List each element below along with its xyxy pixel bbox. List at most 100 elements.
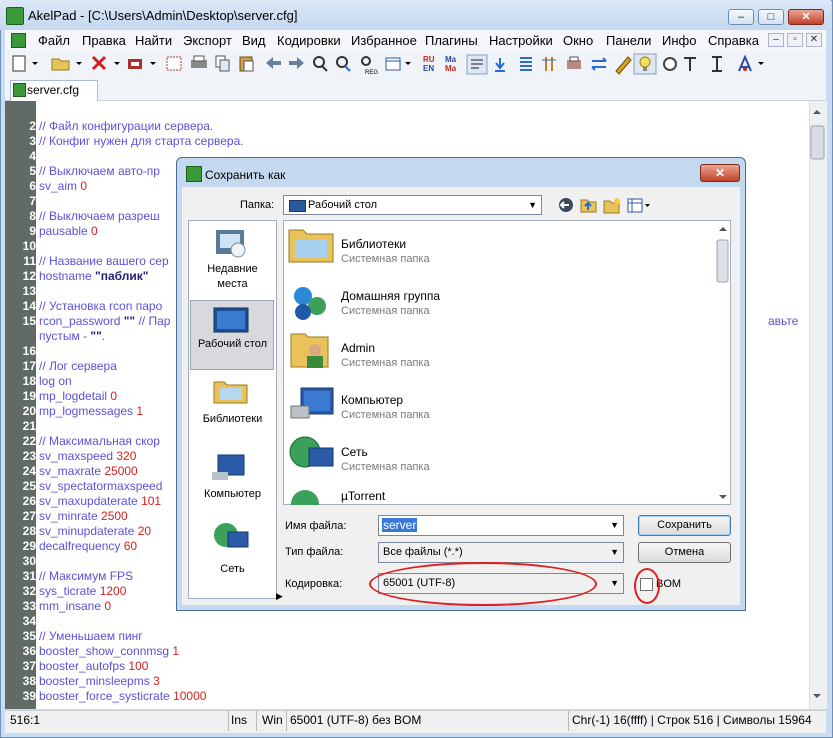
- redo-icon[interactable]: [289, 57, 304, 69]
- save-button[interactable]: Сохранить: [638, 515, 731, 536]
- print-icon[interactable]: [191, 55, 207, 68]
- file-list-scroll-up-icon[interactable]: [719, 227, 727, 231]
- swap-icon[interactable]: [591, 57, 607, 71]
- status-newline[interactable]: Win: [262, 713, 283, 727]
- menu-item[interactable]: Экспорт: [183, 33, 232, 48]
- status-encoding[interactable]: 65001 (UTF-8) без BOM: [290, 713, 421, 727]
- file-list-scroll-down-icon[interactable]: [719, 495, 727, 499]
- filetype-combo[interactable]: Все файлы (*.*) ▼: [378, 542, 624, 563]
- code-token: mp_logdetail: [39, 389, 111, 403]
- code-token: 0: [104, 599, 112, 613]
- menu-item[interactable]: Правка: [82, 33, 126, 48]
- dropdown-icon[interactable]: [76, 62, 82, 65]
- up-folder-icon[interactable]: [580, 199, 597, 213]
- menu-item[interactable]: Инфо: [662, 33, 696, 48]
- recent-places-icon[interactable]: [216, 230, 246, 258]
- file-item-name[interactable]: Домашняя группа: [341, 289, 440, 303]
- menu-item[interactable]: Панели: [606, 33, 651, 48]
- file-item-name[interactable]: Компьютер: [341, 393, 403, 407]
- line-number: 35: [22, 629, 36, 643]
- menu-item[interactable]: Окно: [563, 33, 593, 48]
- code-token: sv_minrate: [39, 509, 102, 523]
- network-place-icon[interactable]: [214, 523, 249, 548]
- cancel-button[interactable]: Отмена: [638, 542, 731, 563]
- run-en-icon[interactable]: RUEN: [423, 55, 435, 73]
- code-line: mm_insane 0: [39, 599, 111, 614]
- code-line: // Установка rcon паро: [39, 299, 162, 314]
- dropdown-icon[interactable]: [32, 62, 38, 65]
- word-wrap-icon[interactable]: [466, 54, 488, 75]
- mdi-close-button[interactable]: ✕: [806, 33, 822, 47]
- status-insert-mode[interactable]: Ins: [231, 713, 247, 727]
- text-format-icon[interactable]: [684, 57, 696, 71]
- computer-place-icon[interactable]: [212, 454, 245, 480]
- menu-item[interactable]: Вид: [242, 33, 266, 48]
- file-item-name[interactable]: Библиотеки: [341, 237, 406, 251]
- code-token: mp_logmessages: [39, 404, 137, 418]
- close-file-icon[interactable]: [91, 55, 107, 71]
- menu-item[interactable]: Найти: [135, 33, 172, 48]
- menu-item[interactable]: Настройки: [489, 33, 553, 48]
- minimize-button[interactable]: –: [728, 9, 754, 25]
- line-number: 22: [22, 434, 36, 448]
- save-icon[interactable]: [128, 59, 142, 69]
- menu-item[interactable]: Кодировки: [277, 33, 341, 48]
- insert-template-icon[interactable]: [385, 57, 401, 71]
- file-list-scroll-thumb[interactable]: [716, 239, 729, 283]
- new-file-icon[interactable]: [12, 55, 26, 72]
- menu-item[interactable]: Справка: [708, 33, 759, 48]
- new-folder-icon[interactable]: [603, 198, 620, 214]
- maximize-button[interactable]: □: [758, 9, 784, 25]
- scroll-thumb[interactable]: [810, 125, 825, 160]
- download-icon[interactable]: [495, 58, 505, 72]
- back-icon[interactable]: [559, 198, 573, 212]
- dropdown-icon[interactable]: [114, 62, 120, 65]
- dialog-close-button[interactable]: ✕: [700, 164, 740, 182]
- dropdown-icon[interactable]: [150, 62, 156, 65]
- libraries-place-icon[interactable]: [213, 381, 248, 404]
- regex-icon[interactable]: REG: [361, 56, 378, 76]
- columns-icon[interactable]: [542, 57, 556, 71]
- file-item-name[interactable]: Сеть: [341, 445, 368, 459]
- case-ma-icon[interactable]: MaMa: [445, 55, 457, 73]
- open-folder-icon[interactable]: [51, 58, 70, 71]
- file-item-name[interactable]: µTorrent: [341, 489, 385, 503]
- close-button[interactable]: ✕: [788, 9, 824, 25]
- code-token: // Выключаем разреш: [39, 209, 160, 223]
- filename-combo[interactable]: server ▼: [378, 515, 624, 536]
- filename-value[interactable]: server: [382, 518, 418, 532]
- dropdown-icon[interactable]: [758, 62, 764, 65]
- sort-icon[interactable]: [520, 57, 532, 71]
- menu-item[interactable]: Избранное: [351, 33, 417, 48]
- select-all-icon[interactable]: [166, 56, 182, 71]
- view-menu-icon[interactable]: [627, 198, 650, 213]
- mdi-restore-button[interactable]: ▫: [787, 33, 803, 47]
- paste-icon[interactable]: [239, 56, 254, 72]
- print-preview-icon[interactable]: [567, 56, 581, 69]
- file-item-name[interactable]: Admin: [341, 341, 375, 355]
- desktop-place-icon[interactable]: [213, 307, 249, 333]
- menu-item[interactable]: Плагины: [425, 33, 478, 48]
- undo-icon[interactable]: [266, 57, 281, 69]
- line-number: 6: [29, 179, 36, 193]
- spell-check-icon[interactable]: [738, 54, 752, 72]
- scroll-down-arrow-icon[interactable]: [813, 694, 821, 698]
- find-icon[interactable]: [313, 56, 328, 72]
- text-cursor-icon[interactable]: [712, 56, 722, 72]
- clock-icon[interactable]: [663, 57, 677, 71]
- menu-item[interactable]: Файл: [38, 33, 70, 48]
- annotation-oval-bom: [634, 568, 660, 604]
- copy-icon[interactable]: [215, 55, 230, 72]
- network-icon: [289, 436, 334, 468]
- line-number: 14: [22, 299, 36, 313]
- pencil-icon[interactable]: [615, 56, 632, 75]
- lightbulb-icon[interactable]: [633, 53, 657, 75]
- mdi-minimize-button[interactable]: –: [768, 33, 784, 47]
- scroll-up-arrow-icon[interactable]: [813, 110, 821, 114]
- expand-arrow-icon[interactable]: ▶: [276, 591, 283, 602]
- folder-combo[interactable]: Рабочий стол ▼: [283, 195, 542, 215]
- toolbar-icons: REG RUEN MaMa: [12, 53, 764, 76]
- document-icon[interactable]: [11, 33, 26, 48]
- dropdown-icon[interactable]: [405, 62, 411, 65]
- find-replace-icon[interactable]: [336, 56, 351, 72]
